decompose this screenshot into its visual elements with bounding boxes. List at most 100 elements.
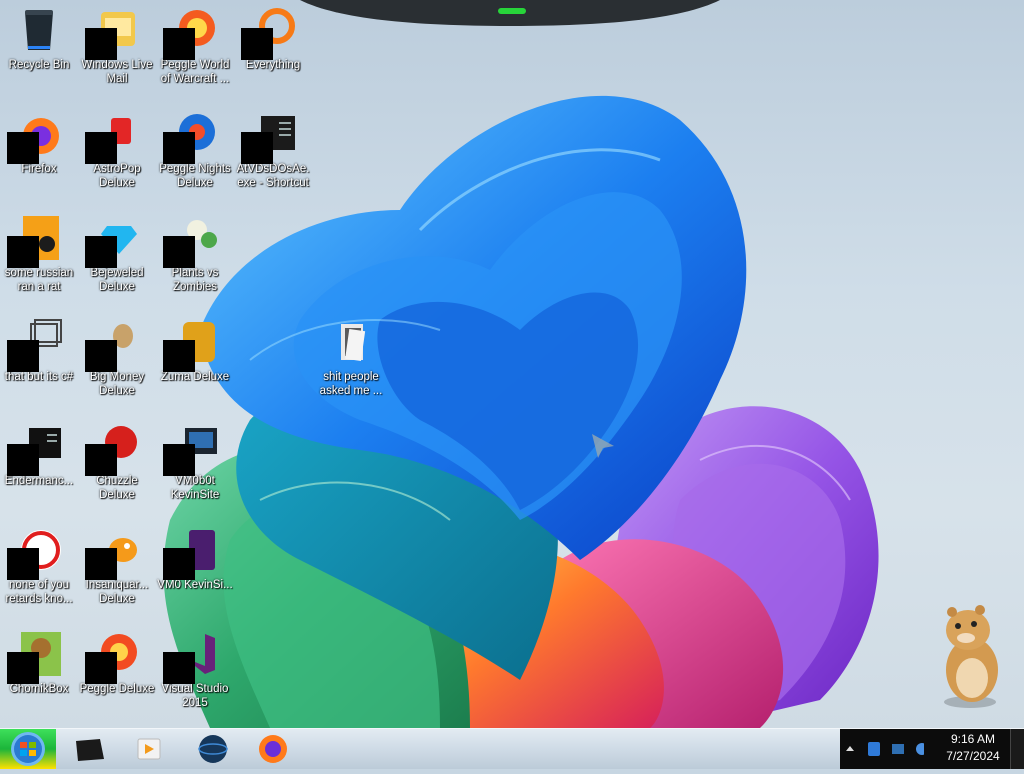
tray-icons (846, 742, 928, 756)
desktop-icon-recycle-bin[interactable]: Recycle Bin (0, 6, 78, 72)
censor-box (163, 132, 195, 164)
visual-studio-purple-icon (163, 526, 219, 580)
peggle-nights-icon (163, 110, 219, 164)
taskbar: 9:16 AM 7/27/2024 (0, 728, 1024, 769)
desktop-icon-label: Everything (245, 59, 301, 71)
censor-box (7, 236, 39, 268)
desktop-icon-endermanc[interactable]: Endermanc... (0, 422, 78, 488)
censor-box (85, 236, 117, 268)
desktop-icon-some-russian[interactable]: some russian ran a rat (0, 214, 78, 294)
desktop-icon-label: Big Money Deluxe (89, 371, 145, 397)
desktop-icon-label: Visual Studio 2015 (161, 683, 229, 709)
show-desktop-button[interactable] (1010, 729, 1024, 769)
desktop-icon-label: AstroPop Deluxe (93, 163, 141, 189)
money-bag-icon (85, 318, 141, 372)
desktop-icon-vm0b0t[interactable]: VM0b0t KevinSite (156, 422, 234, 502)
exe-shortcut-icon (241, 110, 297, 164)
desktop-icon-label: Chuzzle Deluxe (96, 475, 138, 501)
taskbar-app-2[interactable] (132, 733, 166, 765)
window-stack-icon (7, 318, 63, 372)
zuma-icon (163, 318, 219, 372)
desktop-icon-that-but-c[interactable]: that but its c# (0, 318, 78, 384)
network-icon (868, 742, 880, 756)
chomikbox-icon (7, 630, 63, 684)
terminal-icon (7, 422, 63, 476)
desktop-icon-firefox[interactable]: Firefox (0, 110, 78, 176)
desktop[interactable]: Recycle Bin Windows Live Mail Peggle Wor… (0, 0, 1024, 728)
recycle-bin-icon (15, 6, 63, 54)
mail-icon (85, 6, 141, 60)
desktop-icon-label: VM0 KevinSi... (157, 579, 233, 591)
taskbar-app-4[interactable] (256, 733, 290, 765)
censor-box (163, 340, 195, 372)
red-circle-app-icon (7, 526, 63, 580)
insaniquarium-icon (85, 526, 141, 580)
censor-box (163, 548, 195, 580)
desktop-icon-everything[interactable]: Everything (234, 6, 312, 72)
censor-box (163, 28, 195, 60)
chuzzle-icon (85, 422, 141, 476)
peggle-wow-icon (163, 6, 219, 60)
desktop-icon-label: none of you retards kno... (5, 579, 73, 605)
desktop-icon-plants-vs-zombies[interactable]: Plants vs Zombies (156, 214, 234, 294)
desktop-icon-insaniquarium[interactable]: Insaniquar... Deluxe (78, 526, 156, 606)
plants-vs-zombies-icon (163, 214, 219, 268)
desktop-icon-label: Zuma Deluxe (160, 371, 230, 383)
start-button[interactable] (0, 729, 56, 769)
volume-icon (916, 743, 928, 755)
hamster-pet (944, 605, 998, 708)
desktop-icon-windows-live-mail[interactable]: Windows Live Mail (78, 6, 156, 86)
folder-icon (327, 318, 375, 366)
vm-icon (163, 422, 219, 476)
desktop-icon-label: Firefox (21, 163, 57, 175)
desktop-icon-label: Plants vs Zombies (171, 267, 219, 293)
desktop-icon-label: Peggle World of Warcraft ... (160, 59, 230, 85)
desktop-icon-chuzzle[interactable]: Chuzzle Deluxe (78, 422, 156, 502)
desktop-icon-label: Endermanc... (4, 475, 74, 487)
clock-time: 9:16 AM (950, 732, 996, 746)
everything-search-icon (241, 6, 297, 60)
desktop-icon-label: that but its c# (4, 371, 74, 383)
globe-app-icon (198, 735, 228, 763)
desktop-icon-exe-shortcut[interactable]: AtVDsDOsAe.exe - Shortcut (234, 110, 312, 190)
censor-box (163, 652, 195, 684)
desktop-icon-big-money[interactable]: Big Money Deluxe (78, 318, 156, 398)
desktop-icon-folder[interactable]: shit people asked me ... (312, 318, 390, 398)
censor-box (85, 652, 117, 684)
censor-box (85, 340, 117, 372)
desktop-icon-label: some russian ran a rat (4, 267, 74, 293)
censor-box (85, 132, 117, 164)
desktop-icon-none-of-you[interactable]: none of you retards kno... (0, 526, 78, 606)
desktop-icon-chomikbox[interactable]: ChomikBox (0, 630, 78, 696)
censor-box (7, 132, 39, 164)
desktop-icon-label: Bejeweled Deluxe (90, 267, 144, 293)
desktop-icon-label: Peggle Nights Deluxe (159, 163, 231, 189)
desktop-icon-vm0-kevinsi[interactable]: VM0 KevinSi... (156, 526, 234, 592)
desktop-icon-zuma[interactable]: Zuma Deluxe (156, 318, 234, 384)
display-icon (892, 744, 904, 754)
desktop-icon-label: shit people asked me ... (319, 371, 383, 397)
desktop-icon-peggle-nights[interactable]: Peggle Nights Deluxe (156, 110, 234, 190)
clock[interactable]: 9:16 AM 7/27/2024 (924, 731, 1022, 767)
censor-box (163, 444, 195, 476)
censor-box (241, 28, 273, 60)
desktop-icon-astropop[interactable]: AstroPop Deluxe (78, 110, 156, 190)
desktop-icon-label: Windows Live Mail (81, 59, 153, 85)
desktop-icon-bejeweled[interactable]: Bejeweled Deluxe (78, 214, 156, 294)
desktop-icon-label: VM0b0t KevinSite (170, 475, 220, 501)
desktop-icon-peggle-deluxe[interactable]: Peggle Deluxe (78, 630, 156, 696)
desktop-icon-peggle-wow[interactable]: Peggle World of Warcraft ... (156, 6, 234, 86)
desktop-icon-label: ChomikBox (9, 683, 69, 695)
censor-box (7, 340, 39, 372)
desktop-icon-visual-studio-2015[interactable]: Visual Studio 2015 (156, 630, 234, 710)
censor-box (85, 444, 117, 476)
visual-studio-icon (163, 630, 219, 684)
show-hidden-icons-icon (846, 746, 854, 751)
bejeweled-icon (85, 214, 141, 268)
taskbar-app-1[interactable] (72, 733, 106, 765)
taskbar-app-3[interactable] (196, 733, 230, 765)
censor-box (85, 28, 117, 60)
start-orb-icon (11, 732, 45, 766)
clock-date: 7/27/2024 (946, 749, 1000, 763)
media-player-icon (137, 738, 161, 760)
